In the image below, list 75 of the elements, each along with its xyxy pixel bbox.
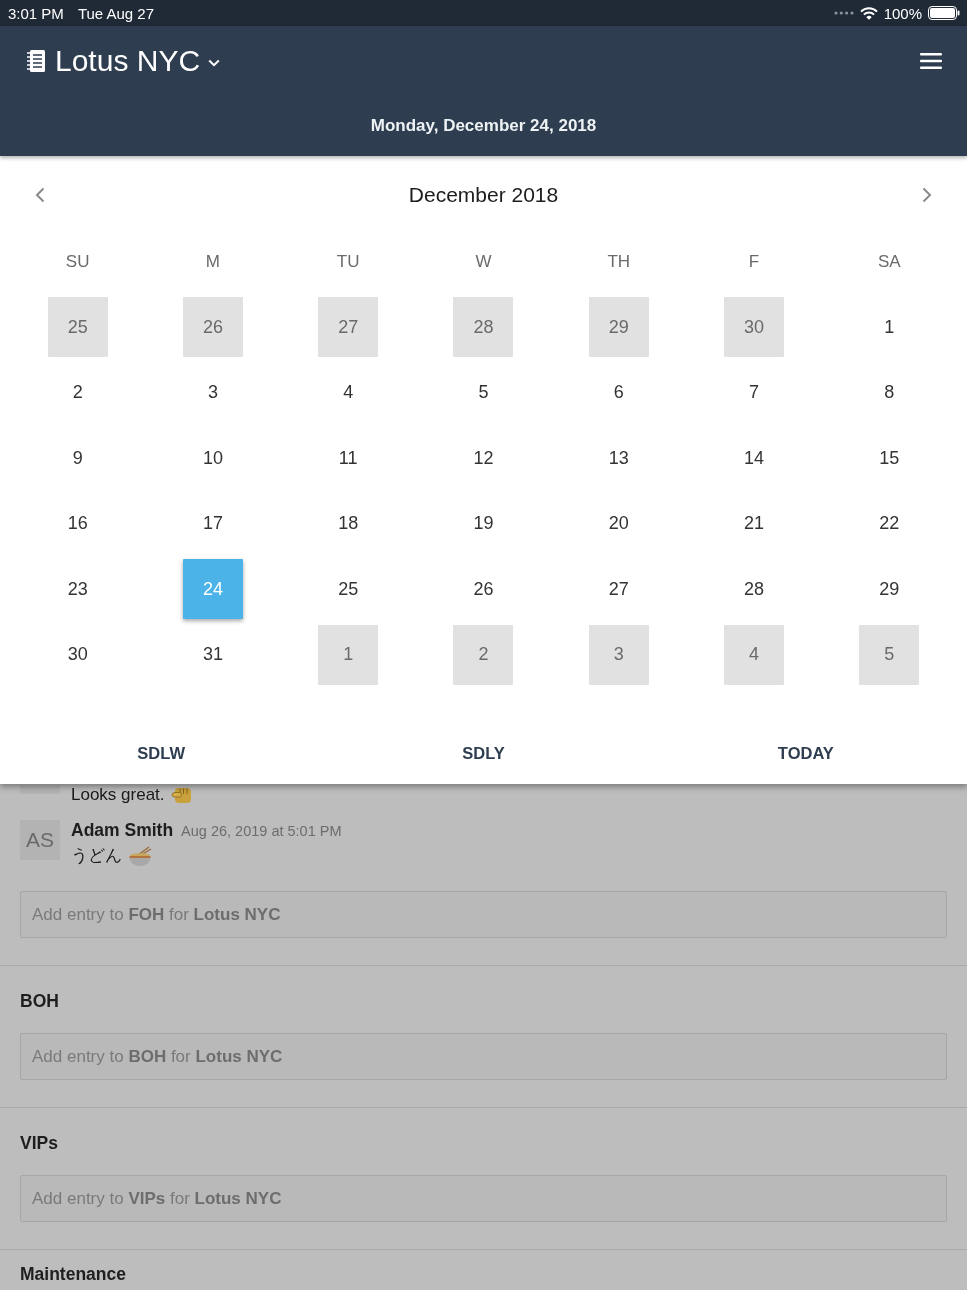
- calendar-day[interactable]: 7: [724, 362, 785, 423]
- author-name: Adam Smith: [71, 820, 174, 840]
- calendar-day[interactable]: 11: [318, 428, 379, 488]
- calendar-day[interactable]: 2: [453, 624, 514, 685]
- calendar-day[interactable]: 13: [588, 428, 649, 488]
- noodle-bowl-icon: [128, 846, 152, 866]
- calendar-day[interactable]: 16: [47, 493, 108, 554]
- weekday-label: F: [748, 252, 760, 272]
- calendar-day[interactable]: 29: [588, 297, 649, 357]
- weekday-label: TU: [336, 252, 360, 272]
- calendar-day[interactable]: 10: [182, 428, 243, 488]
- calendar-day[interactable]: 1: [318, 624, 379, 685]
- calendar-day[interactable]: 4: [724, 624, 785, 685]
- battery-percent: 100%: [883, 4, 922, 22]
- calendar-day[interactable]: 30: [47, 624, 108, 685]
- calendar-day[interactable]: 31: [182, 624, 243, 685]
- calendar-day[interactable]: 15: [859, 428, 920, 488]
- calendar-day[interactable]: 19: [453, 493, 514, 554]
- calendar-day[interactable]: 26: [182, 297, 243, 357]
- status-date: Tue Aug 27: [77, 4, 155, 22]
- calendar-day[interactable]: 26: [453, 559, 514, 619]
- calendar-day[interactable]: 3: [588, 624, 649, 685]
- calendar-day[interactable]: 22: [859, 493, 920, 554]
- calendar-day[interactable]: 6: [588, 362, 649, 423]
- message-time: Aug 26, 2019 at 5:01 PM: [181, 822, 342, 841]
- calendar-day[interactable]: 28: [724, 559, 785, 619]
- chevron-left-icon[interactable]: [35, 187, 45, 203]
- calendar-day[interactable]: 28: [453, 297, 514, 357]
- selected-date[interactable]: Monday, December 24, 2018: [370, 116, 597, 136]
- calendar-day[interactable]: 21: [724, 493, 785, 554]
- menu-icon[interactable]: [920, 53, 942, 69]
- weekday-label: M: [205, 252, 220, 272]
- calendar-day[interactable]: 2: [47, 362, 108, 423]
- location-dropdown[interactable]: Lotus NYC: [27, 44, 221, 78]
- chevron-right-icon[interactable]: [922, 187, 932, 203]
- calendar-day[interactable]: 5: [453, 362, 514, 423]
- status-time: 3:01 PM: [8, 4, 64, 22]
- battery-icon: [928, 6, 960, 20]
- fist-icon: [170, 786, 192, 804]
- calendar-day[interactable]: 20: [588, 493, 649, 554]
- date-shortcut-button[interactable]: TODAY: [763, 728, 848, 779]
- wifi-icon: [859, 6, 878, 20]
- weekday-label: W: [475, 252, 492, 272]
- calendar-day[interactable]: 23: [47, 559, 108, 619]
- message-text: うどん: [71, 846, 122, 866]
- calendar-day[interactable]: 30: [724, 297, 785, 357]
- calendar-day[interactable]: 17: [182, 493, 243, 554]
- calendar-day[interactable]: 9: [47, 428, 108, 488]
- date-shortcut-button[interactable]: SDLY: [448, 728, 519, 779]
- calendar-day[interactable]: 5: [859, 624, 920, 685]
- calendar-day[interactable]: 3: [182, 362, 243, 423]
- calendar-day[interactable]: 4: [318, 362, 379, 423]
- calendar-day[interactable]: 29: [859, 559, 920, 619]
- month-title: December 2018: [408, 183, 559, 206]
- calendar-day[interactable]: 1: [859, 297, 920, 357]
- calendar-day[interactable]: 18: [318, 493, 379, 554]
- message-text: Looks great.: [71, 785, 165, 805]
- caret-icon: [208, 59, 221, 67]
- weekday-label: TH: [607, 252, 631, 272]
- signal-dots-icon: [833, 11, 854, 15]
- weekday-label: SU: [65, 252, 90, 272]
- section-title: VIPs: [20, 1132, 58, 1155]
- calendar-day[interactable]: 14: [724, 428, 785, 488]
- calendar-day[interactable]: 27: [588, 559, 649, 619]
- avatar: AS: [20, 820, 60, 860]
- calendar-day[interactable]: 8: [859, 362, 920, 423]
- weekday-label: SA: [878, 252, 901, 272]
- date-shortcut-button[interactable]: SDLW: [123, 728, 199, 779]
- calendar-day[interactable]: 12: [453, 428, 514, 488]
- section-title: BOH: [20, 990, 59, 1013]
- notebook-icon: [27, 50, 45, 72]
- calendar-day[interactable]: 25: [47, 297, 108, 357]
- calendar-day[interactable]: 25: [318, 559, 379, 619]
- section-title: Maintenance: [20, 1264, 126, 1284]
- calendar-day[interactable]: 27: [318, 297, 379, 357]
